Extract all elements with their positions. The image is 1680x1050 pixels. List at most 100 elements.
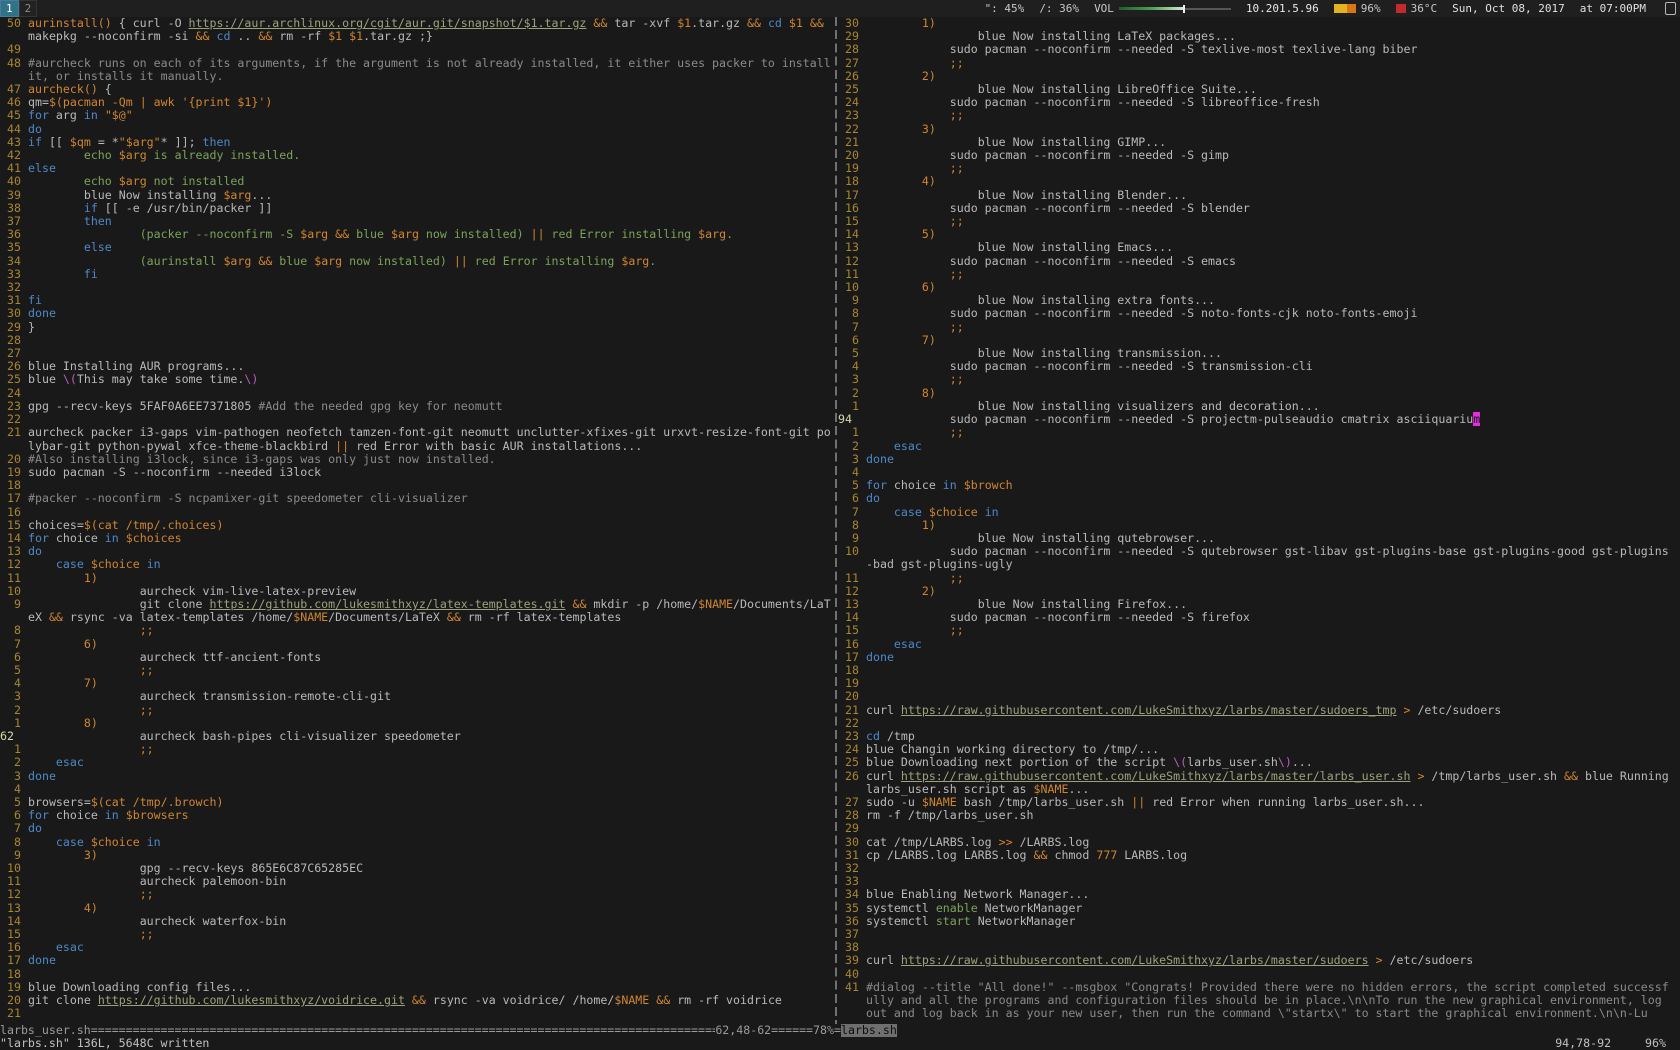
buffer-line: 38 if [[ -e /usr/bin/packer ]]	[0, 202, 834, 215]
line-number: 18	[0, 968, 28, 981]
line-number: 30	[0, 307, 28, 320]
line-number: 7	[0, 638, 28, 651]
buffer-line: 2 ;;	[0, 704, 834, 717]
buffer-line: 30done	[0, 307, 834, 320]
line-number: 4	[0, 783, 28, 796]
buffer-line: 17done	[0, 954, 834, 967]
line-number: 2	[0, 756, 28, 769]
battery-percent: 96%	[1361, 2, 1381, 15]
buffer-line: 19sudo pacman -S --noconfirm --needed i3…	[0, 466, 834, 479]
line-number: 11	[838, 572, 866, 585]
line-number: 40	[838, 968, 866, 981]
line-number: 45	[0, 109, 28, 122]
buffer-line: 45for arg in "$@"	[0, 109, 834, 122]
buffer-line: 14for choice in $choices	[0, 532, 834, 545]
line-number: 41	[838, 981, 866, 1021]
line-number: 2	[838, 387, 866, 400]
buffer-line: 2 esac	[0, 756, 834, 769]
statusline-filename-right: larbs.sh	[841, 1024, 897, 1037]
vim-pane-left[interactable]: 50aurinstall() { curl -O https://aur.arc…	[0, 17, 834, 1024]
line-number: 17	[0, 492, 28, 505]
vim-pane-right[interactable]: 30 1)29 blue Now installing LaTeX packag…	[838, 17, 1672, 1024]
buffer-line: 31fi	[0, 294, 834, 307]
line-number: 21	[838, 704, 866, 717]
line-number: 29	[0, 321, 28, 334]
line-number: 12	[0, 558, 28, 571]
volume-slider-fill	[1119, 7, 1183, 10]
statusline-inactive: larbs_user.sh ==========================…	[0, 1024, 834, 1037]
desktop: 1 2 ": 45% /: 36% VOL 10.201.5.96 96%	[0, 0, 1680, 1050]
line-number: 24	[0, 387, 28, 400]
buffer-line: 3done	[838, 453, 1672, 466]
buffer-line: 16 esac	[0, 941, 834, 954]
buffer-line: 5for choice in $browch	[838, 479, 1672, 492]
buffer-line: 15 ;;	[0, 928, 834, 941]
buffer-line: 32	[0, 281, 834, 294]
buffer-line: 1 ;;	[838, 426, 1672, 439]
statusline-percent-left: 78%	[813, 1024, 834, 1037]
workspace-button-1[interactable]: 1	[0, 0, 19, 17]
vim-statuslines: larbs_user.sh ==========================…	[0, 1024, 1680, 1037]
line-number: 3	[838, 373, 866, 386]
buffer-line: 15 ;;	[838, 624, 1672, 637]
buffer-line: 36 (packer --noconfirm -S $arg && blue $…	[0, 228, 834, 241]
time-label: at 07:00PM	[1580, 2, 1646, 15]
line-number: 9	[0, 598, 28, 624]
buffer-line: 18	[838, 664, 1672, 677]
workspace-button-2[interactable]: 2	[19, 0, 38, 17]
line-number: 44	[0, 123, 28, 136]
line-number: 39	[0, 189, 28, 202]
buffer-line: 21curl https://raw.githubusercontent.com…	[838, 704, 1672, 717]
line-number: 34	[0, 255, 28, 268]
line-number: 1	[838, 426, 866, 439]
buffer-line: 27 ;;	[838, 57, 1672, 70]
statusline-prefix: =	[834, 1024, 841, 1037]
buffer-line: 34 (aurinstall $arg && blue $arg now ins…	[0, 255, 834, 268]
buffer-line: 39curl https://raw.githubusercontent.com…	[838, 954, 1672, 967]
line-number: 7	[0, 822, 28, 835]
line-number: 12	[0, 888, 28, 901]
buffer-line: 28	[0, 334, 834, 347]
buffer-line: 20git clone https://github.com/lukesmith…	[0, 994, 834, 1007]
buffer-line: 28rm -f /tmp/larbs_user.sh	[838, 809, 1672, 822]
buffer-line: 11 ;;	[838, 572, 1672, 585]
line-number: 2	[838, 440, 866, 453]
workspace-bar: 1 2	[0, 0, 37, 17]
line-number: 16	[838, 638, 866, 651]
file-written-message: "larbs.sh" 136L, 5648C written	[0, 1037, 209, 1050]
buffer-line: 25blue \(This may take some time.\)	[0, 373, 834, 386]
line-number: 26	[838, 770, 866, 796]
buffer-line: 33 fi	[0, 268, 834, 281]
line-number: 7	[838, 321, 866, 334]
statusline-fill-2: ======	[771, 1024, 813, 1037]
buffer-line: 36systemctl start NetworkManager	[838, 915, 1672, 928]
volume-slider[interactable]	[1119, 4, 1231, 14]
scroll-percent: 96%	[1645, 1037, 1666, 1050]
statusline-filename-left: larbs_user.sh	[0, 1024, 91, 1037]
i3bar: 1 2 ": 45% /: 36% VOL 10.201.5.96 96%	[0, 0, 1680, 17]
window-separator[interactable]	[835, 17, 837, 1024]
line-number: 20	[0, 453, 28, 466]
buffer-line: 12 case $choice in	[0, 558, 834, 571]
line-number: 7	[838, 506, 866, 519]
buffer-line: 19	[838, 677, 1672, 690]
cursor-position-ruler: 94,78-92	[1555, 1037, 1611, 1050]
line-number: 6	[0, 651, 28, 664]
line-number: 21	[0, 1007, 28, 1020]
buffer-line: 23 ;;	[838, 109, 1672, 122]
buffer-line: 31cp /LARBS.log LARBS.log && chmod 777 L…	[838, 849, 1672, 862]
buffer-line: 10 sudo pacman --noconfirm --needed -S q…	[838, 545, 1672, 571]
line-number: 8	[838, 519, 866, 532]
line-number: 6	[838, 492, 866, 505]
line-number: 3	[0, 770, 28, 783]
buffer-line: 29}	[0, 321, 834, 334]
line-number: 49	[0, 43, 28, 56]
line-number: 15	[0, 519, 28, 532]
line-number: 48	[0, 57, 28, 83]
statusline-active: = larbs.sh	[834, 1024, 1680, 1037]
volume-slider-thumb[interactable]	[1183, 5, 1185, 13]
tray-icon[interactable]	[1665, 2, 1676, 15]
volume-label: VOL	[1094, 2, 1114, 15]
line-number: 30	[838, 836, 866, 849]
temperature-value: 36°C	[1411, 2, 1438, 15]
